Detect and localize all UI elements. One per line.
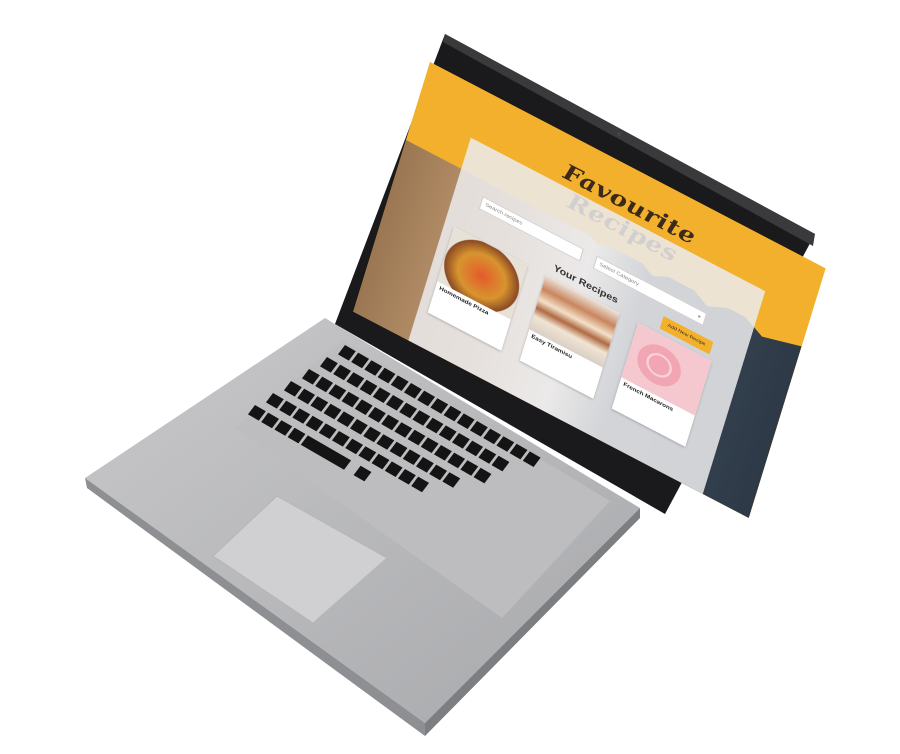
- chevron-down-icon: ▾: [696, 313, 702, 320]
- camera-icon: [617, 132, 621, 136]
